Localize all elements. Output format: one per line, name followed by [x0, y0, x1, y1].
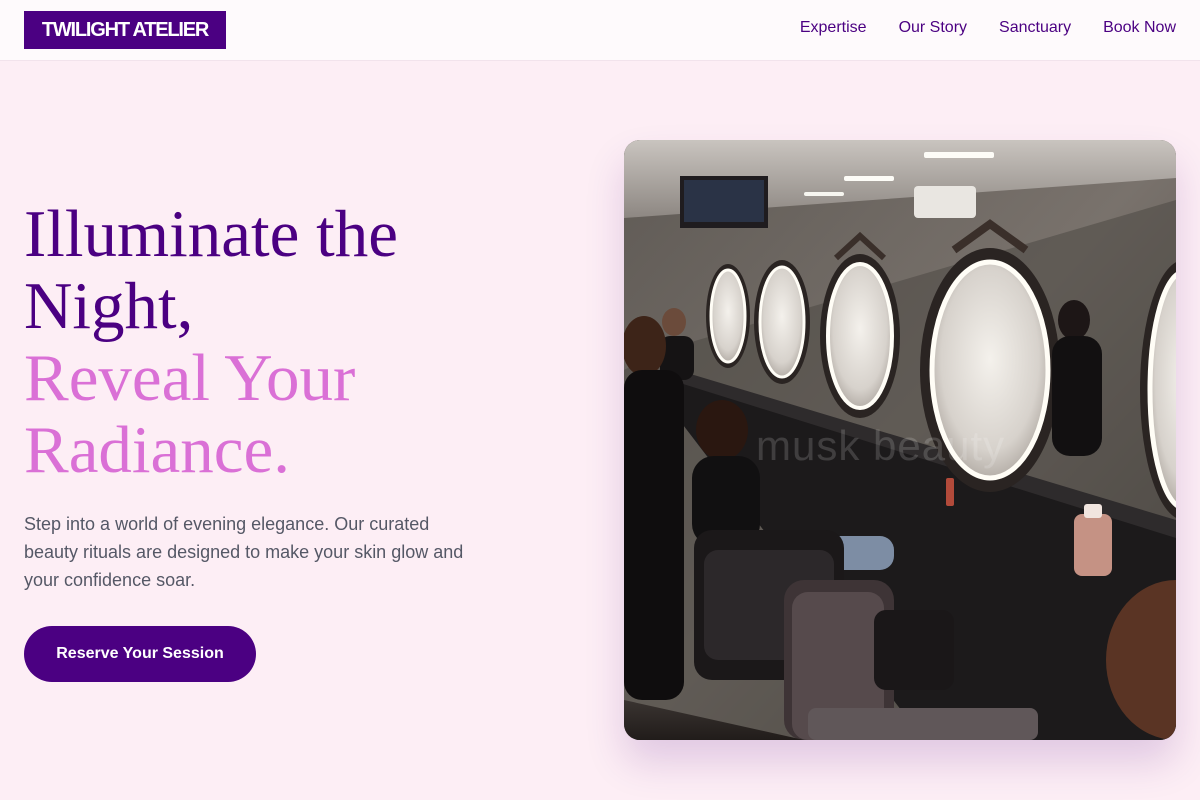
top-navbar: TWILIGHT ATELIER Expertise Our Story San…: [0, 0, 1200, 61]
nav-link-expertise[interactable]: Expertise: [800, 18, 867, 38]
salon-interior-photo: musk beauty: [624, 140, 1176, 740]
hero-title-line-2: Night,: [24, 269, 194, 343]
nav-link-our-story[interactable]: Our Story: [899, 18, 967, 38]
hero-title-line-4: Radiance.: [24, 413, 291, 487]
main-nav: Expertise Our Story Sanctuary Book Now: [800, 18, 1176, 38]
hero-title-line-1: Illuminate the: [24, 197, 398, 271]
hero-description: Step into a world of evening elegance. O…: [24, 514, 464, 590]
hero-title-line-3: Reveal Your: [24, 341, 356, 415]
nav-link-sanctuary[interactable]: Sanctuary: [999, 18, 1071, 38]
nav-link-book-now[interactable]: Book Now: [1103, 18, 1176, 38]
hero-title: Illuminate the Night, Reveal Your Radian…: [24, 198, 584, 486]
image-watermark: musk beauty: [756, 422, 1006, 469]
brand-logo[interactable]: TWILIGHT ATELIER: [24, 11, 226, 49]
reserve-session-button[interactable]: Reserve Your Session: [24, 626, 256, 682]
